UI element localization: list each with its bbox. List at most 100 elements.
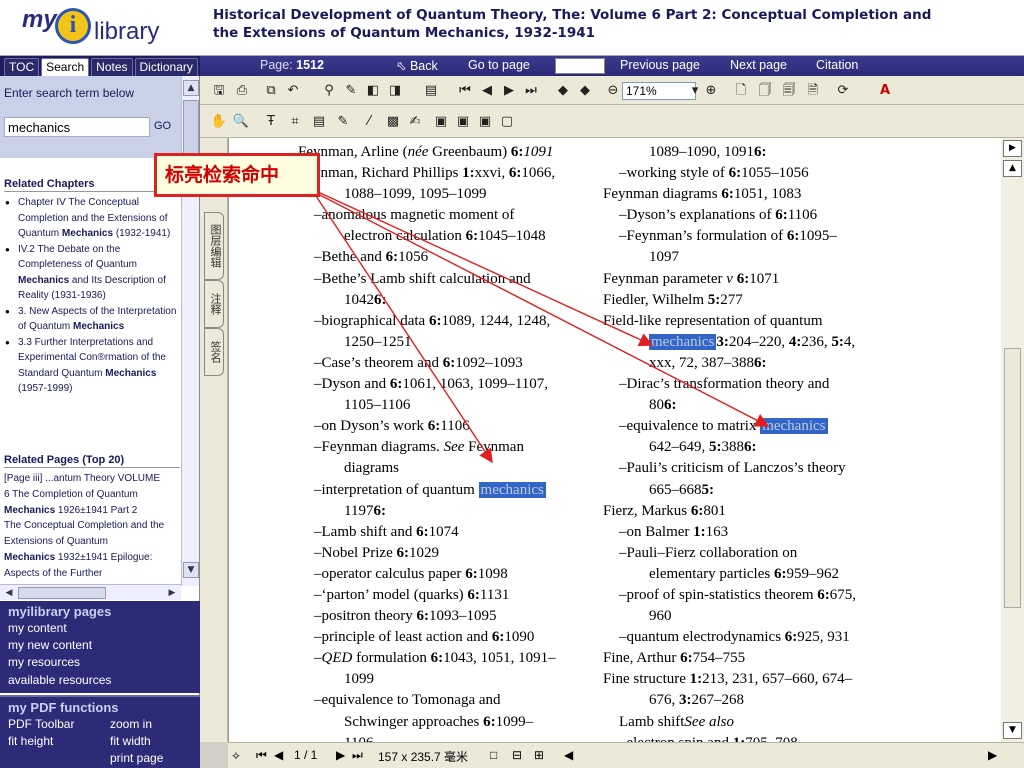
adobe-icon[interactable]: A: [876, 82, 894, 100]
scroll-down-icon[interactable]: ▼: [1003, 722, 1022, 739]
prev-page-icon[interactable]: ◀: [478, 82, 496, 100]
continuous-icon[interactable]: ⊟: [512, 748, 522, 762]
view-tool-3-icon[interactable]: ▣: [476, 113, 494, 131]
undo-icon[interactable]: ↶: [284, 82, 302, 100]
related-page-line[interactable]: Mechanics 1932±1941 Epilogue:: [4, 550, 180, 566]
layers-tab[interactable]: 图层编辑: [204, 212, 224, 280]
print-page-link[interactable]: print page: [110, 751, 163, 765]
view-tool-4-icon[interactable]: ▢: [498, 113, 516, 131]
tab-notes[interactable]: Notes: [91, 58, 133, 76]
forward-view-icon[interactable]: ◆: [576, 82, 594, 100]
nav-toggle-icon[interactable]: ⟡: [232, 748, 240, 763]
fit-height-link[interactable]: fit height: [8, 734, 53, 748]
related-chapter-item[interactable]: 3. New Aspects of the Interpretation of …: [4, 304, 180, 335]
scroll-up-icon[interactable]: ▲: [183, 80, 199, 96]
rotate-icon[interactable]: ⟳: [834, 82, 852, 100]
related-page-line[interactable]: Extensions of Quantum: [4, 534, 180, 550]
related-chapter-item[interactable]: IV.2 The Debate on the Completeness of Q…: [4, 242, 180, 304]
previous-page-button[interactable]: Previous page: [620, 58, 700, 72]
fit-width-icon[interactable]: 🗐: [780, 82, 798, 100]
text-select-icon[interactable]: Ŧ: [262, 113, 280, 131]
hand-tool-icon[interactable]: ✋: [210, 113, 228, 131]
citation-button[interactable]: Citation: [816, 58, 858, 72]
status-first-icon[interactable]: ⏮: [256, 748, 267, 763]
index-entry-line: –Lamb shift and 6:1074: [314, 523, 459, 540]
tab-search[interactable]: Search: [41, 58, 90, 76]
sign-tool-icon[interactable]: ✍: [406, 113, 424, 131]
related-page-line[interactable]: Aspects of the Further: [4, 566, 180, 582]
search-tool-icon[interactable]: ✎: [342, 82, 360, 100]
back-view-icon[interactable]: ◆: [554, 82, 572, 100]
signatures-tab[interactable]: 签名: [204, 328, 224, 376]
related-page-line[interactable]: Mechanics 1926±1941 Part 2: [4, 503, 180, 519]
sidebar-hscrollbar[interactable]: ◀ ▶: [0, 584, 181, 600]
copy-icon[interactable]: ⧉: [262, 82, 280, 100]
view-tool-1-icon[interactable]: ▣: [432, 113, 450, 131]
tab-dictionary[interactable]: Dictionary: [134, 58, 198, 76]
status-prev-icon[interactable]: ◀: [274, 748, 283, 762]
my-resources-link[interactable]: my resources: [8, 655, 80, 669]
first-page-icon[interactable]: ⏮: [456, 82, 474, 100]
related-chapter-item[interactable]: 3.3 Further Interpretations and Experime…: [4, 335, 180, 397]
viewer-scroll-thumb[interactable]: [1004, 348, 1021, 608]
related-page-line[interactable]: The Conceptual Completion and the: [4, 518, 180, 534]
go-to-page-input[interactable]: [555, 58, 605, 74]
related-page-line[interactable]: [Page iii] ...antum Theory VOLUME: [4, 471, 180, 487]
fit-width-link[interactable]: fit width: [110, 734, 151, 748]
save-icon[interactable]: 🖫: [210, 82, 228, 100]
tab-toc[interactable]: TOC: [4, 58, 40, 76]
hscroll-thumb[interactable]: [18, 587, 106, 599]
note-tool-icon[interactable]: ▤: [310, 113, 328, 131]
find-icon[interactable]: ⚲: [320, 82, 338, 100]
myilibrary-logo[interactable]: my i library: [22, 4, 172, 52]
my-content-link[interactable]: my content: [8, 621, 67, 635]
comments-tab[interactable]: 注释: [204, 280, 224, 328]
next-page-icon[interactable]: ▶: [500, 82, 518, 100]
last-page-icon[interactable]: ⏭: [522, 82, 540, 100]
header: my i library Historical Development of Q…: [0, 0, 1024, 56]
zoom-in-icon[interactable]: ⊕: [702, 82, 720, 100]
actual-size-icon[interactable]: 🗋: [732, 82, 750, 100]
fit-page-icon[interactable]: 🗍: [756, 82, 774, 100]
viewer-scrollbar[interactable]: ▶ ▲ ▼: [1001, 138, 1024, 742]
view-tool-2-icon[interactable]: ▣: [454, 113, 472, 131]
related-chapter-item[interactable]: Chapter IV The Conceptual Completion and…: [4, 195, 180, 242]
zoom-select[interactable]: 171%: [622, 82, 696, 100]
single-page-icon[interactable]: □: [490, 748, 497, 762]
snapshot-icon[interactable]: ⌗: [286, 113, 304, 131]
index-entry-line: –Nobel Prize 6:1029: [314, 544, 439, 561]
page-next-arrow-icon[interactable]: ▶: [1003, 140, 1022, 157]
my-new-content-link[interactable]: my new content: [8, 638, 92, 652]
zoom-tool-icon[interactable]: 🔍: [232, 113, 250, 131]
zoom-in-link[interactable]: zoom in: [110, 717, 152, 731]
index-entry-line: Fierz, Markus 6:801: [603, 502, 726, 519]
print-icon[interactable]: ⎙: [233, 82, 251, 100]
available-resources-link[interactable]: available resources: [8, 673, 111, 687]
page-left-icon[interactable]: ◧: [364, 82, 382, 100]
hscroll-left-icon[interactable]: ◀: [564, 748, 573, 762]
facing-icon[interactable]: ⊞: [534, 748, 544, 762]
pencil-tool-icon[interactable]: ✎: [334, 113, 352, 131]
status-next-icon[interactable]: ▶: [336, 748, 345, 762]
related-page-line[interactable]: 6 The Completion of Quantum: [4, 487, 180, 503]
search-input[interactable]: [4, 117, 150, 137]
status-page-indicator[interactable]: 1 / 1: [294, 748, 317, 762]
scroll-left-icon[interactable]: ◀: [2, 586, 16, 600]
highlight-tool-icon[interactable]: ⁄: [360, 113, 378, 131]
zoom-out-icon[interactable]: ⊖: [604, 82, 622, 100]
panel-icon[interactable]: ▤: [422, 82, 440, 100]
next-page-button[interactable]: Next page: [730, 58, 787, 72]
scroll-down-icon[interactable]: ▼: [183, 562, 199, 578]
back-button[interactable]: ⬁ Back: [396, 58, 438, 73]
reflow-icon[interactable]: 🗎: [804, 82, 822, 100]
scroll-right-icon[interactable]: ▶: [165, 586, 179, 600]
pdf-toolbar-link[interactable]: PDF Toolbar: [8, 717, 74, 731]
related-pages-list[interactable]: [Page iii] ...antum Theory VOLUME 6 The C…: [4, 471, 180, 582]
stamp-tool-icon[interactable]: ▩: [384, 113, 402, 131]
go-to-page-label[interactable]: Go to page: [468, 58, 530, 72]
go-button[interactable]: GO: [154, 120, 171, 132]
scroll-up-icon[interactable]: ▲: [1003, 160, 1022, 177]
page-right-icon[interactable]: ◨: [386, 82, 404, 100]
status-last-icon[interactable]: ⏭: [352, 748, 363, 763]
hscroll-right-icon[interactable]: ▶: [988, 748, 997, 762]
